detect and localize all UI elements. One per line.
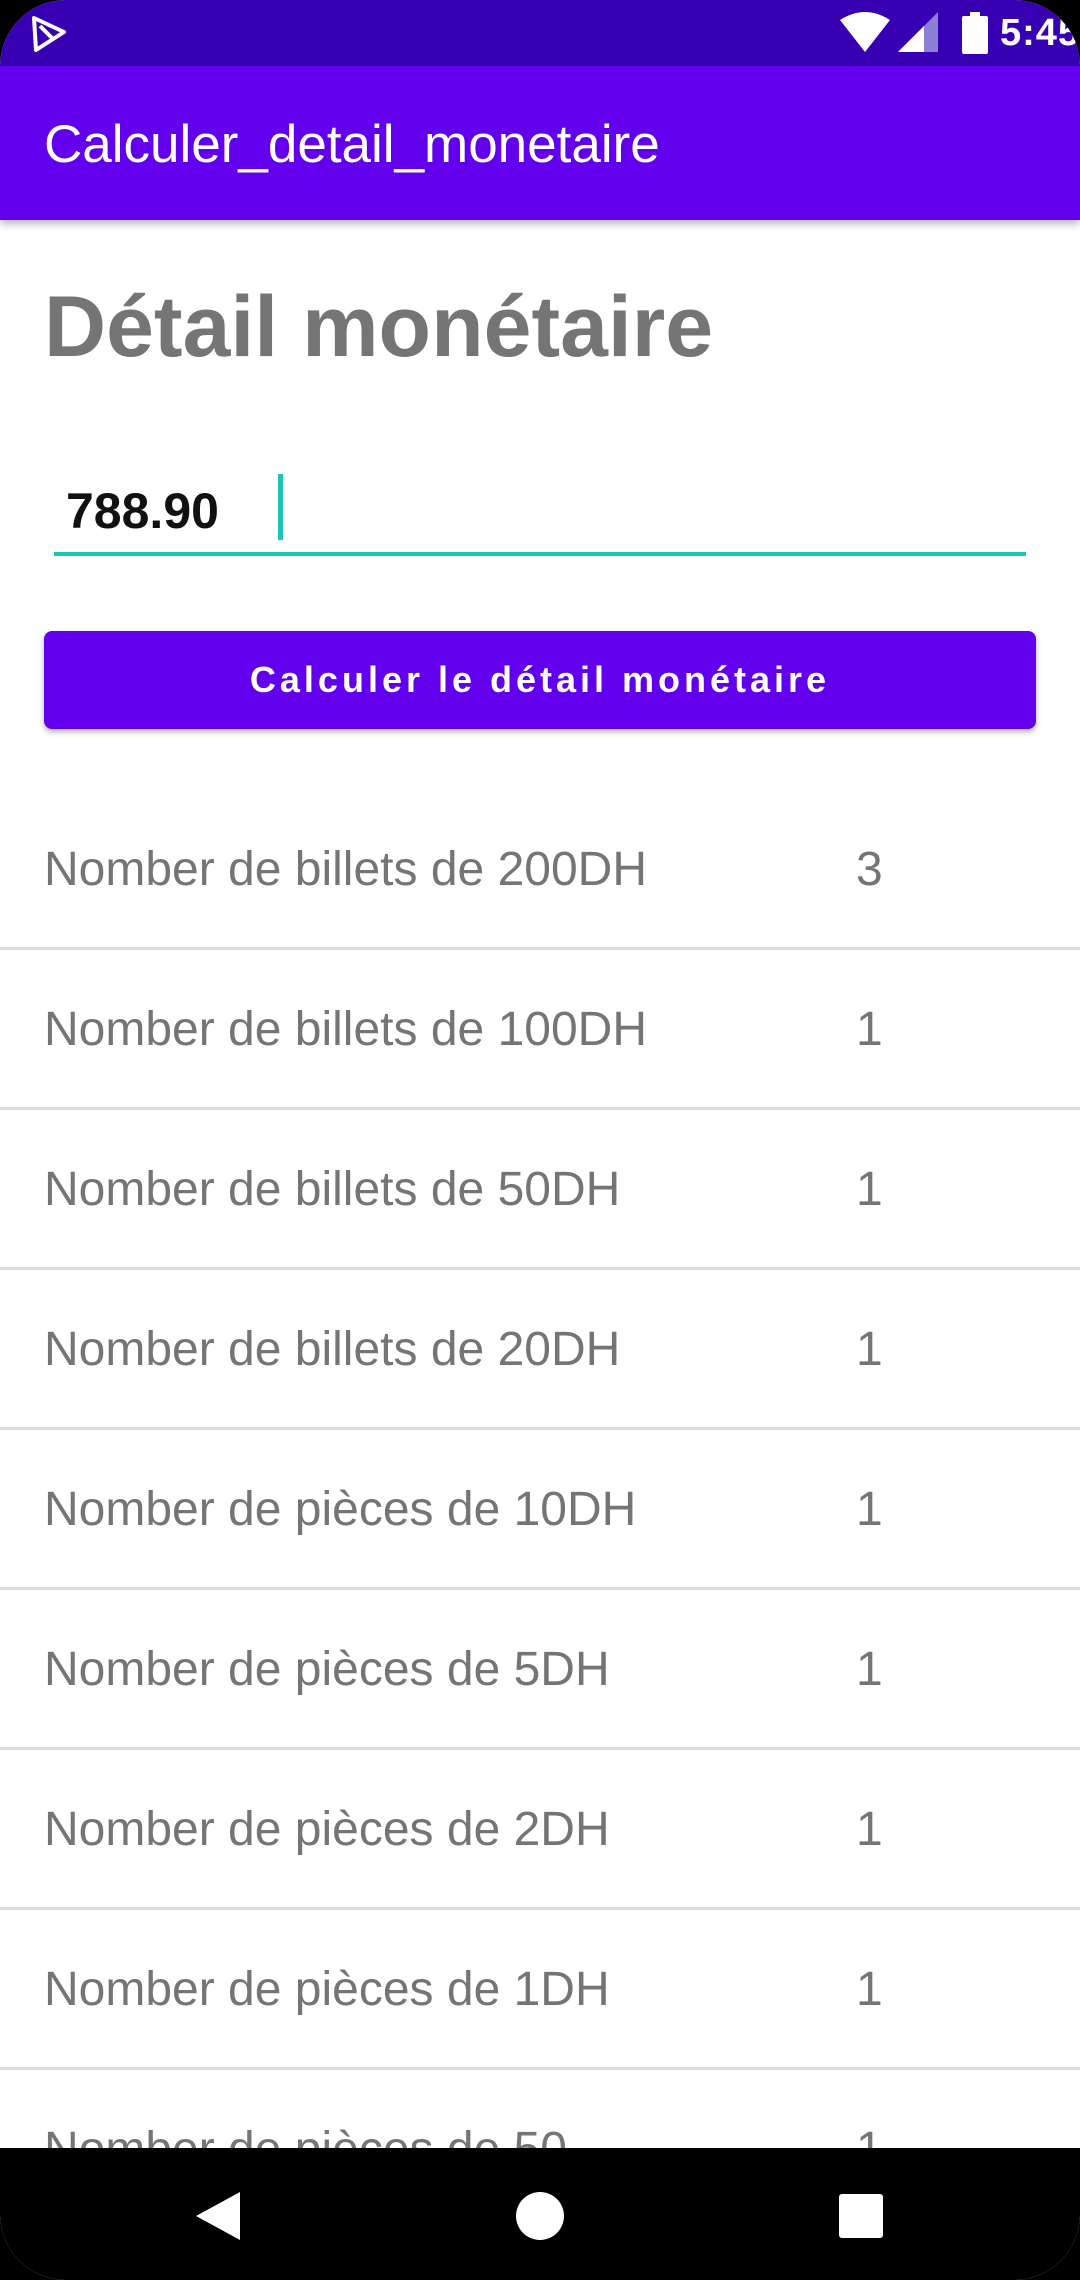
list-item-label: Nomber de billets de 200DH (44, 843, 647, 896)
page-title: Détail monétaire (44, 279, 714, 375)
list-item-label: Nomber de pièces de 5DH (44, 1643, 610, 1696)
list-item: Nomber de pièces de 2DH 1 (0, 1750, 1080, 1910)
signal-icon (897, 12, 938, 52)
amount-input-value: 788.90 (66, 483, 219, 539)
wifi-icon (839, 12, 890, 52)
list-item: Nomber de billets de 100DH 1 (0, 950, 1080, 1110)
home-icon[interactable] (516, 2192, 564, 2240)
list-item: Nomber de billets de 20DH 1 (0, 1270, 1080, 1430)
list-item-count: 1 (856, 1643, 883, 1696)
list-item-label: Nomber de pièces de 2DH (44, 1803, 610, 1856)
list-item-label: Nomber de pièces de 1DH (44, 1963, 610, 2016)
app-bar: Calculer_detail_monetaire (0, 66, 1080, 220)
battery-icon (961, 12, 988, 54)
navigation-bar (0, 2148, 1080, 2280)
list-item: Nomber de pièces de 1DH 1 (0, 1910, 1080, 2070)
app-notification-icon (32, 16, 66, 52)
calculate-button[interactable]: Calculer le détail monétaire (44, 631, 1036, 729)
back-icon[interactable] (196, 2192, 240, 2240)
amount-input[interactable]: 788.90 (54, 464, 1026, 556)
list-item-label: Nomber de billets de 50DH (44, 1163, 621, 1216)
app-screen: 5:45 Calculer_detail_monetaire Détail mo… (0, 0, 1080, 2280)
text-cursor (278, 474, 283, 540)
list-item-count: 1 (856, 1163, 883, 1216)
list-item: Nomber de billets de 50DH 1 (0, 1110, 1080, 1270)
list-item: Nomber de pièces de 10DH 1 (0, 1430, 1080, 1590)
list-item-count: 1 (856, 1483, 883, 1536)
status-time: 5:45 (999, 11, 1080, 54)
list-item-label: Nomber de pièces de 10DH (44, 1483, 637, 1536)
recents-icon[interactable] (839, 2194, 883, 2238)
list-item-count: 1 (856, 1003, 883, 1056)
list-item-count: 1 (856, 1803, 883, 1856)
list-item-label: Nomber de billets de 100DH (44, 1003, 647, 1056)
calculate-button-label: Calculer le détail monétaire (249, 659, 831, 700)
app-title: Calculer_detail_monetaire (44, 115, 660, 174)
list-item: Nomber de billets de 200DH 3 (0, 790, 1080, 950)
status-bar: 5:45 (0, 0, 1080, 66)
list-item-count: 3 (856, 843, 883, 896)
list-item-count: 1 (856, 1963, 883, 2016)
list-item-label: Nomber de billets de 20DH (44, 1323, 621, 1376)
list-item-count: 1 (856, 1323, 883, 1376)
list-item: Nomber de pièces de 5DH 1 (0, 1590, 1080, 1750)
denomination-list: Nomber de billets de 200DH 3 Nomber de b… (0, 790, 1080, 2230)
